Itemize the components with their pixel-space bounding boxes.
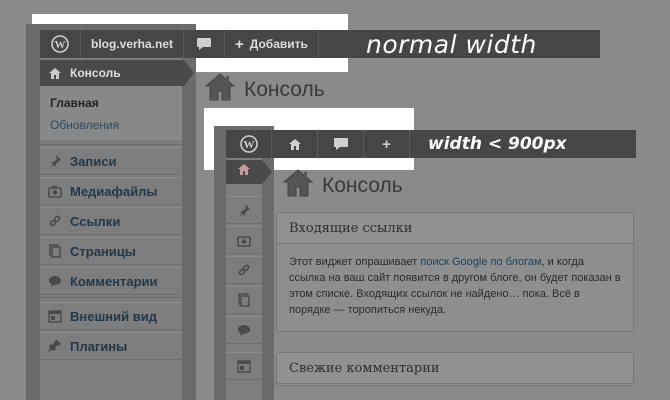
menu-item-comments-label: Комментарии (70, 273, 158, 289)
menu-item-appearance-label: Внешний вид (70, 308, 157, 324)
widget-title[interactable]: Свежие комментарии (277, 353, 633, 384)
svg-text:W: W (243, 139, 254, 151)
normal-width-badge: normal width (348, 30, 600, 59)
page-title: Консоль (244, 77, 325, 101)
page-title: Консоль (322, 173, 403, 197)
comments-icon[interactable] (318, 130, 364, 158)
svg-text:W: W (55, 39, 66, 51)
plus-icon: + (235, 35, 244, 53)
admin-bar-narrow: W + (226, 130, 410, 158)
menu-item-plugins-label: Плагины (70, 338, 128, 354)
dashboard-submenu: Главная Обновления (40, 86, 182, 140)
narrow-width-badge: width < 900px (410, 130, 636, 158)
comments-icon[interactable] (226, 316, 262, 344)
submenu-updates[interactable]: Обновления (50, 118, 119, 132)
dashboard-house-icon (282, 168, 314, 203)
site-name-link[interactable]: blog.verha.net (81, 30, 185, 58)
page-header-normal: Консоль (204, 72, 325, 107)
links-icon (46, 214, 64, 228)
menu-item-links-label: Ссылки (70, 213, 121, 229)
links-icon[interactable] (226, 256, 262, 284)
appearance-icon (46, 309, 64, 323)
pushpin-icon[interactable] (226, 196, 262, 224)
menu-item-comments[interactable]: Комментарии (40, 267, 182, 295)
home-icon[interactable] (272, 130, 318, 158)
menu-item-plugins[interactable]: Плагины (40, 332, 182, 360)
active-arrow (184, 60, 194, 86)
comments-icon (46, 275, 64, 288)
page-header-narrow: Консоль (282, 168, 403, 203)
add-new-label: Добавить (249, 37, 308, 51)
google-blog-search-link[interactable]: поиск Google по блогам (420, 256, 541, 268)
pages-icon[interactable] (226, 286, 262, 314)
dashboard-house-icon (204, 72, 236, 107)
media-icon[interactable] (226, 226, 262, 254)
widget-title[interactable]: Входящие ссылки (277, 213, 633, 244)
add-new-button[interactable]: + Добавить (225, 30, 319, 58)
menu-item-media[interactable]: Медиафайлы (40, 177, 182, 205)
menu-item-dashboard-narrow[interactable] (226, 160, 272, 184)
widget-text-start: Этот виджет опрашивает (289, 256, 421, 268)
menu-item-dashboard-label: Консоль (70, 66, 121, 80)
pages-icon (46, 244, 64, 258)
menu-separator (40, 297, 182, 298)
wordpress-logo-icon[interactable]: W (226, 130, 272, 158)
wordpress-logo-icon[interactable]: W (40, 30, 81, 58)
menu-item-pages[interactable]: Страницы (40, 237, 182, 265)
widget-body: Этот виджет опрашивает поиск Google по б… (277, 244, 633, 328)
appearance-icon[interactable] (226, 352, 262, 380)
comments-icon[interactable] (184, 30, 226, 58)
menu-item-appearance[interactable]: Внешний вид (40, 302, 182, 330)
menu-item-dashboard[interactable]: Консоль (40, 60, 194, 86)
incoming-links-widget: Входящие ссылки Этот виджет опрашивает п… (276, 212, 634, 332)
menu-item-pages-label: Страницы (70, 243, 136, 259)
plugins-icon (46, 339, 64, 353)
media-icon (46, 185, 64, 198)
menu-item-posts-label: Записи (70, 153, 117, 169)
plus-icon[interactable]: + (364, 130, 410, 158)
menu-separator (40, 144, 182, 145)
recent-comments-widget: Свежие комментарии (276, 352, 634, 386)
menu-item-media-label: Медиафайлы (70, 183, 158, 199)
home-icon (46, 67, 64, 80)
active-arrow (262, 160, 272, 184)
home-icon (237, 163, 251, 181)
menu-item-links[interactable]: Ссылки (40, 207, 182, 235)
submenu-home[interactable]: Главная (50, 96, 99, 110)
pushpin-icon (46, 154, 64, 168)
menu-item-posts[interactable]: Записи (40, 147, 182, 175)
